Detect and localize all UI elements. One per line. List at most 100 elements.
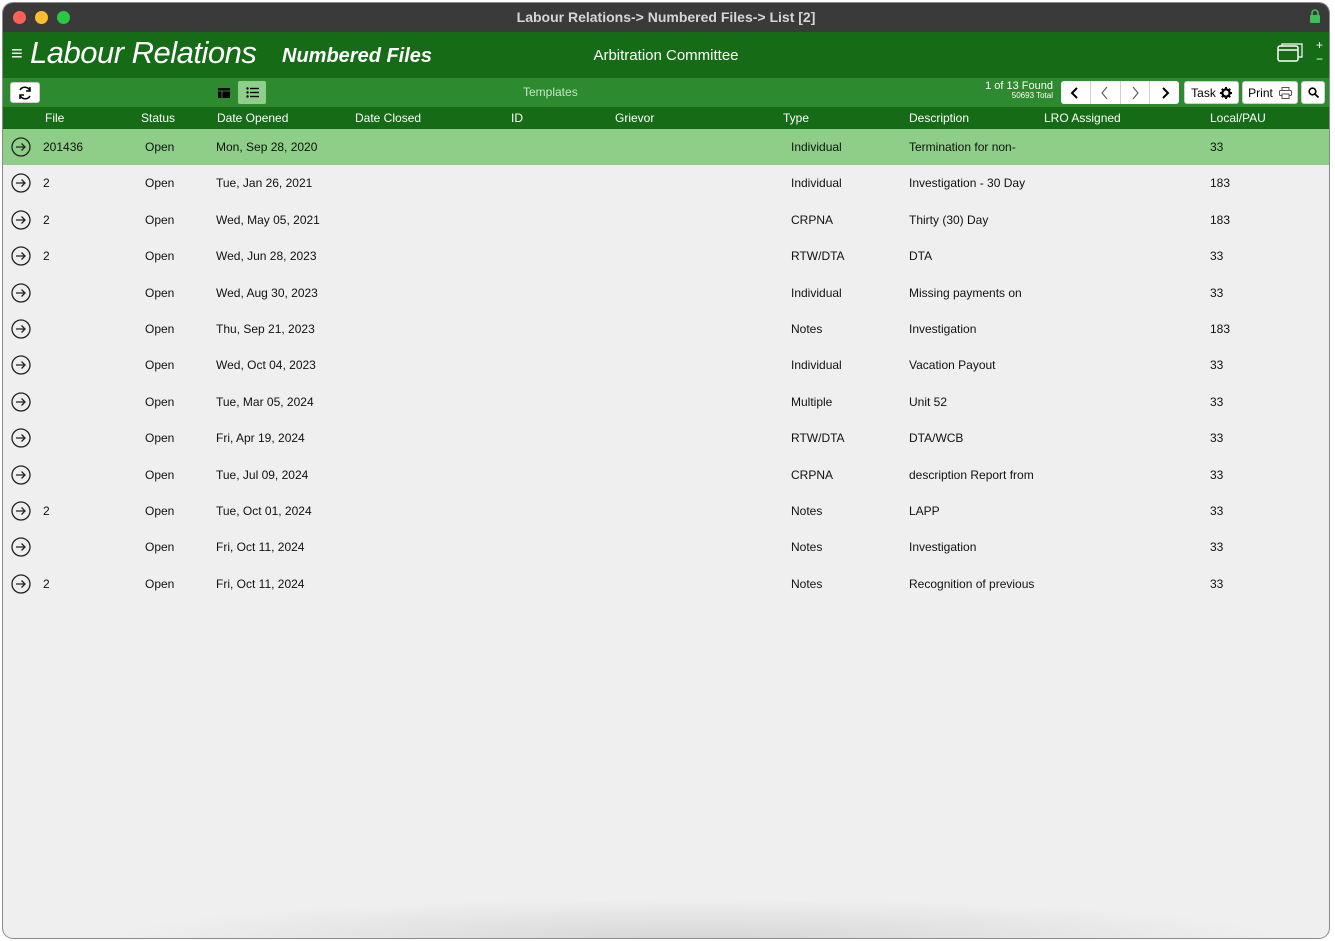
cell-status: Open bbox=[145, 321, 175, 336]
task-button[interactable]: Task bbox=[1184, 81, 1239, 104]
table-row[interactable]: Open Tue, Mar 05, 2024 Multiple Unit 52 … bbox=[3, 384, 1329, 420]
go-arrow-icon[interactable] bbox=[11, 464, 31, 485]
cell-date-opened: Wed, Aug 30, 2023 bbox=[216, 285, 318, 300]
cell-local: 33 bbox=[1210, 576, 1224, 591]
toolbar: Templates 1 of 13 Found 50693 Total Task bbox=[3, 78, 1329, 107]
go-arrow-icon[interactable] bbox=[11, 392, 31, 412]
go-arrow-icon[interactable] bbox=[11, 355, 31, 375]
cell-file: 2 bbox=[43, 176, 50, 191]
cell-description: Termination for non- bbox=[909, 140, 1016, 154]
go-arrow-icon[interactable] bbox=[11, 574, 31, 594]
cell-local: 33 bbox=[1210, 358, 1224, 373]
column-status[interactable]: Status bbox=[141, 111, 175, 125]
column-grievor[interactable]: Grievor bbox=[615, 111, 654, 125]
app-window: Labour Relations-> Numbered Files-> List… bbox=[3, 3, 1329, 938]
form-view-button[interactable] bbox=[210, 81, 238, 104]
cell-type: CRPNA bbox=[791, 212, 834, 227]
table-row[interactable]: Open Thu, Sep 21, 2023 Notes Investigati… bbox=[3, 311, 1329, 347]
cell-date-opened: Wed, May 05, 2021 bbox=[216, 212, 320, 227]
refresh-icon bbox=[19, 85, 31, 100]
cell-date-opened: Tue, Oct 01, 2024 bbox=[216, 503, 312, 518]
cell-description: Investigation bbox=[909, 540, 977, 555]
templates-link[interactable]: Templates bbox=[523, 85, 578, 99]
list-view-button[interactable] bbox=[238, 81, 266, 104]
table-row[interactable]: Open Wed, Oct 04, 2023 Individual Vacati… bbox=[3, 347, 1329, 383]
task-label: Task bbox=[1191, 85, 1216, 100]
next-record-button[interactable] bbox=[1121, 81, 1151, 104]
cell-type: Individual bbox=[791, 285, 842, 300]
previous-record-button[interactable] bbox=[1091, 81, 1121, 104]
table-row[interactable]: 2 Open Tue, Oct 01, 2024 Notes LAPP 33 bbox=[3, 493, 1329, 529]
record-list: 201436 Open Mon, Sep 28, 2020 Individual… bbox=[3, 129, 1329, 602]
cell-description: Investigation bbox=[909, 321, 977, 336]
cell-local: 33 bbox=[1210, 249, 1224, 264]
go-arrow-icon[interactable] bbox=[11, 246, 31, 266]
minimize-window-button[interactable] bbox=[35, 11, 48, 24]
print-button[interactable]: Print bbox=[1242, 81, 1298, 104]
column-local-pau[interactable]: Local/PAU bbox=[1210, 111, 1266, 125]
cell-type: Notes bbox=[791, 503, 823, 518]
cell-local: 33 bbox=[1210, 394, 1224, 409]
cell-description: Thirty (30) Day bbox=[909, 212, 989, 227]
cell-local: 33 bbox=[1210, 140, 1224, 154]
previous-record-icon bbox=[1101, 86, 1108, 99]
table-row[interactable]: Open Wed, Aug 30, 2023 Individual Missin… bbox=[3, 275, 1329, 311]
cell-status: Open bbox=[145, 467, 175, 482]
close-window-button[interactable] bbox=[13, 11, 26, 24]
view-toggle bbox=[210, 81, 266, 104]
column-lro-assigned[interactable]: LRO Assigned bbox=[1044, 111, 1121, 125]
cell-status: Open bbox=[145, 285, 175, 300]
cell-type: Multiple bbox=[791, 394, 833, 409]
search-button[interactable] bbox=[1301, 81, 1325, 104]
cell-date-opened: Thu, Sep 21, 2023 bbox=[216, 321, 315, 336]
go-arrow-icon[interactable] bbox=[11, 137, 31, 157]
zoom-in-button[interactable]: + bbox=[1316, 38, 1323, 52]
cell-date-opened: Tue, Jul 09, 2024 bbox=[216, 467, 309, 482]
cell-description: Investigation - 30 Day bbox=[909, 176, 1026, 191]
cell-file: 2 bbox=[43, 503, 50, 518]
go-arrow-icon[interactable] bbox=[11, 173, 31, 194]
go-arrow-icon[interactable] bbox=[11, 319, 31, 339]
cell-type: Individual bbox=[791, 358, 842, 373]
refresh-button[interactable] bbox=[10, 82, 40, 103]
go-arrow-icon[interactable] bbox=[11, 501, 31, 521]
first-record-icon bbox=[1070, 86, 1079, 99]
column-type[interactable]: Type bbox=[783, 111, 809, 125]
column-description[interactable]: Description bbox=[909, 111, 969, 125]
table-row[interactable]: 2 Open Wed, Jun 28, 2023 RTW/DTA DTA 33 bbox=[3, 238, 1329, 274]
zoom-window-button[interactable] bbox=[57, 11, 70, 24]
table-row[interactable]: 2 Open Fri, Oct 11, 2024 Notes Recogniti… bbox=[3, 566, 1329, 602]
cell-date-opened: Mon, Sep 28, 2020 bbox=[216, 140, 318, 154]
cell-description: Missing payments on bbox=[909, 285, 1022, 300]
table-row[interactable]: 2 Open Tue, Jan 26, 2021 Individual Inve… bbox=[3, 165, 1329, 201]
bottom-shadow bbox=[103, 898, 1289, 938]
cell-status: Open bbox=[145, 358, 175, 373]
first-record-button[interactable] bbox=[1061, 81, 1091, 104]
print-label: Print bbox=[1248, 85, 1273, 100]
zoom-out-button[interactable]: − bbox=[1316, 52, 1323, 66]
go-arrow-icon[interactable] bbox=[11, 537, 31, 557]
go-arrow-icon[interactable] bbox=[11, 428, 31, 448]
table-row[interactable]: Open Fri, Oct 11, 2024 Notes Investigati… bbox=[3, 529, 1329, 565]
last-record-button[interactable] bbox=[1150, 81, 1179, 104]
table-row[interactable]: 201436 Open Mon, Sep 28, 2020 Individual… bbox=[3, 129, 1329, 166]
table-row[interactable]: Open Tue, Jul 09, 2024 CRPNA description… bbox=[3, 457, 1329, 493]
window-title: Labour Relations-> Numbered Files-> List… bbox=[516, 9, 816, 25]
last-record-icon bbox=[1161, 86, 1170, 99]
column-date-closed[interactable]: Date Closed bbox=[355, 111, 421, 125]
column-file[interactable]: File bbox=[45, 111, 64, 125]
column-id[interactable]: ID bbox=[511, 111, 523, 125]
record-count: 1 of 13 Found 50693 Total bbox=[985, 81, 1053, 101]
search-icon bbox=[1307, 87, 1319, 98]
go-arrow-icon[interactable] bbox=[11, 210, 31, 230]
column-date-opened[interactable]: Date Opened bbox=[217, 111, 288, 125]
cell-status: Open bbox=[145, 212, 175, 227]
window-icon[interactable] bbox=[1277, 43, 1303, 63]
table-row[interactable]: 2 Open Wed, May 05, 2021 CRPNA Thirty (3… bbox=[3, 202, 1329, 238]
committee-label: Arbitration Committee bbox=[593, 47, 739, 64]
cell-file: 201436 bbox=[43, 140, 84, 154]
total-count: 50693 Total bbox=[1011, 91, 1053, 100]
lock-icon bbox=[1310, 9, 1320, 23]
table-row[interactable]: Open Fri, Apr 19, 2024 RTW/DTA DTA/WCB 3… bbox=[3, 420, 1329, 456]
go-arrow-icon[interactable] bbox=[11, 282, 31, 303]
